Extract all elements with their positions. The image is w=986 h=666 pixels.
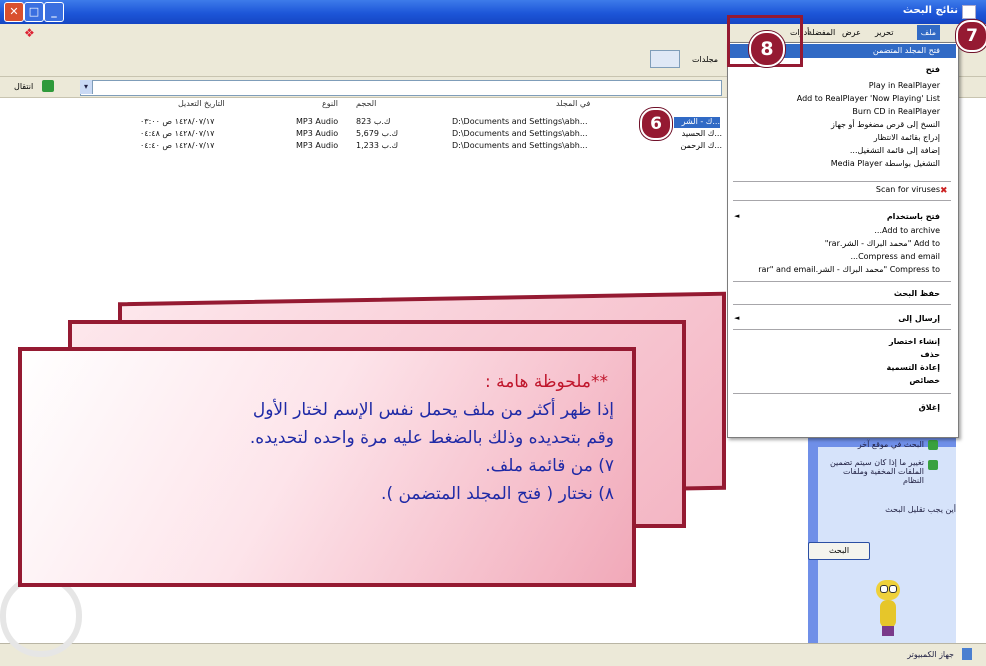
computer-icon xyxy=(962,648,972,660)
magnifier-decoration xyxy=(0,575,82,657)
menu-item-close[interactable]: إغلاق xyxy=(730,403,940,412)
table-cell-type: MP3 Audio xyxy=(296,141,339,150)
views-button[interactable] xyxy=(650,50,680,68)
menu-item-copy-to-cd[interactable]: النسخ إلى قرص مضغوط أو جهاز xyxy=(730,120,940,129)
menu-item-add-archive[interactable]: Add to archive... xyxy=(730,226,940,235)
window-icon xyxy=(962,5,976,19)
menu-item-compress-email[interactable]: Compress and email... xyxy=(730,252,940,261)
menu-edit[interactable]: تحرير xyxy=(875,28,893,37)
menu-favorites[interactable]: المفضلة xyxy=(808,28,835,37)
table-cell-size: 1,233 ك.ب xyxy=(356,141,399,150)
table-cell-folder: D:\Documents and Settings\abh... xyxy=(452,141,588,150)
menu-item-play-realplayer[interactable]: Play in RealPlayer xyxy=(730,81,940,90)
table-row-name[interactable]: ...ك - الشر xyxy=(674,117,720,128)
go-button[interactable]: انتقال xyxy=(14,82,33,91)
note-title: **ملحوظة هامة : xyxy=(484,372,608,392)
folders-button[interactable]: مجلدات xyxy=(692,55,718,64)
note-line: ٧) من قائمة ملف. xyxy=(485,456,614,476)
note-line: ٨) نختار ( فتح المجلد المتضمن ). xyxy=(381,484,614,504)
column-header-folder[interactable]: في المجلد xyxy=(556,99,590,108)
search-arrow-icon xyxy=(928,440,938,450)
menu-item-create-shortcut[interactable]: إنشاء اختصار xyxy=(730,337,940,346)
note-line: وقم بتحديده وذلك بالضغط عليه مرة واحده ل… xyxy=(249,428,614,448)
menu-item-add-playlist[interactable]: إضافة إلى قائمة التشغيل... xyxy=(730,146,940,155)
antivirus-icon: ✖ xyxy=(940,186,948,196)
menu-separator xyxy=(733,200,951,201)
address-input[interactable] xyxy=(80,80,722,96)
menu-bar xyxy=(0,24,986,43)
table-row-name[interactable]: ...ك الحسيد xyxy=(680,129,722,138)
task-hidden-files[interactable]: تغيير ما إذا كان سيتم تضمين الملفات المخ… xyxy=(822,458,924,485)
settings-arrow-icon xyxy=(928,460,938,470)
dog-body xyxy=(880,600,896,628)
menu-separator xyxy=(733,181,951,182)
menu-separator xyxy=(733,329,951,330)
table-cell-folder: D:\Documents and Settings\abh... xyxy=(452,117,588,126)
search-hint: أين يجب تقليل البحث xyxy=(885,505,956,514)
menu-item-save-search[interactable]: حفظ البحث xyxy=(730,289,940,298)
menu-view[interactable]: عرض xyxy=(842,28,861,37)
table-cell-type: MP3 Audio xyxy=(296,129,339,138)
column-header-size[interactable]: الحجم xyxy=(356,99,376,108)
menu-item-delete[interactable]: حذف xyxy=(730,350,940,359)
step-badge-6: 6 xyxy=(640,108,672,140)
menu-item-send-to[interactable]: إرسال إلى xyxy=(730,314,940,323)
menu-item-rename[interactable]: إعادة التسمية xyxy=(730,363,940,372)
step-badge-8: 8 xyxy=(749,31,785,67)
menu-item-burn-cd[interactable]: Burn CD in RealPlayer xyxy=(730,107,940,116)
chevron-down-icon[interactable]: ▾ xyxy=(80,80,93,94)
go-arrow-icon[interactable] xyxy=(42,80,54,92)
menu-separator xyxy=(733,304,951,305)
menu-item-properties[interactable]: خصائص xyxy=(730,376,940,385)
menu-item-play-media-player[interactable]: التشغيل بواسطة Media Player xyxy=(730,159,940,168)
status-bar xyxy=(0,643,986,666)
close-button[interactable]: ✕ xyxy=(4,2,24,22)
menu-item-queue[interactable]: إدراج بقائمة الانتظار xyxy=(730,133,940,142)
table-cell-size: 823 ك.ب xyxy=(356,117,391,126)
table-cell-size: 5,679 ك.ب xyxy=(356,129,399,138)
table-row-name[interactable]: ...ك الرحمن xyxy=(680,141,723,150)
submenu-arrow-icon: ◄ xyxy=(734,212,740,220)
submenu-arrow-icon: ◄ xyxy=(734,314,740,322)
table-cell-date: ١٤٢٨/٠٧/١٧ ص ٠٤:٤٨ xyxy=(140,129,215,138)
menu-item-open-with[interactable]: فتح باستخدام xyxy=(730,212,940,221)
search-button[interactable]: البحث xyxy=(808,542,870,560)
step-badge-7: 7 xyxy=(956,20,986,52)
dog-legs xyxy=(882,626,894,636)
table-cell-folder: D:\Documents and Settings\abh... xyxy=(452,129,588,138)
menu-file[interactable]: ملف xyxy=(916,25,940,40)
menu-item-add-rar[interactable]: Add to "محمد البراك - الشر.rar" xyxy=(730,239,940,248)
window-title: نتائج البحث xyxy=(902,5,958,16)
minimize-button[interactable]: _ xyxy=(44,2,64,22)
windows-logo-icon: ❖ xyxy=(24,26,35,40)
note-line: إذا ظهر أكثر من ملف يحمل نفس الإسم لختار… xyxy=(252,400,614,420)
title-bar xyxy=(0,0,986,24)
dog-eye xyxy=(889,585,897,593)
table-cell-date: ١٤٢٨/٠٧/١٧ ص ٠٤:٤٠ xyxy=(140,141,215,150)
table-cell-type: MP3 Audio xyxy=(296,117,339,126)
menu-item-compress-rar-email[interactable]: Compress to "محمد البراك - الشر.rar" and… xyxy=(730,265,940,274)
status-text: جهاز الكمبيوتر xyxy=(907,650,954,659)
menu-item-add-realplayer[interactable]: Add to RealPlayer 'Now Playing' List xyxy=(730,94,940,103)
dog-eye xyxy=(880,585,888,593)
menu-separator xyxy=(733,393,951,394)
menu-separator xyxy=(733,281,951,282)
table-cell-date: ١٤٢٨/٠٧/١٧ ص ٠٣:٠٠ xyxy=(140,117,215,126)
maximize-button[interactable]: □ xyxy=(24,2,44,22)
task-search-other[interactable]: البحث في موقع آخر xyxy=(822,440,924,449)
column-header-date[interactable]: التاريخ التعديل xyxy=(178,99,225,108)
menu-item-scan-viruses[interactable]: Scan for viruses xyxy=(730,185,940,194)
column-header-type[interactable]: النوع xyxy=(322,99,338,108)
